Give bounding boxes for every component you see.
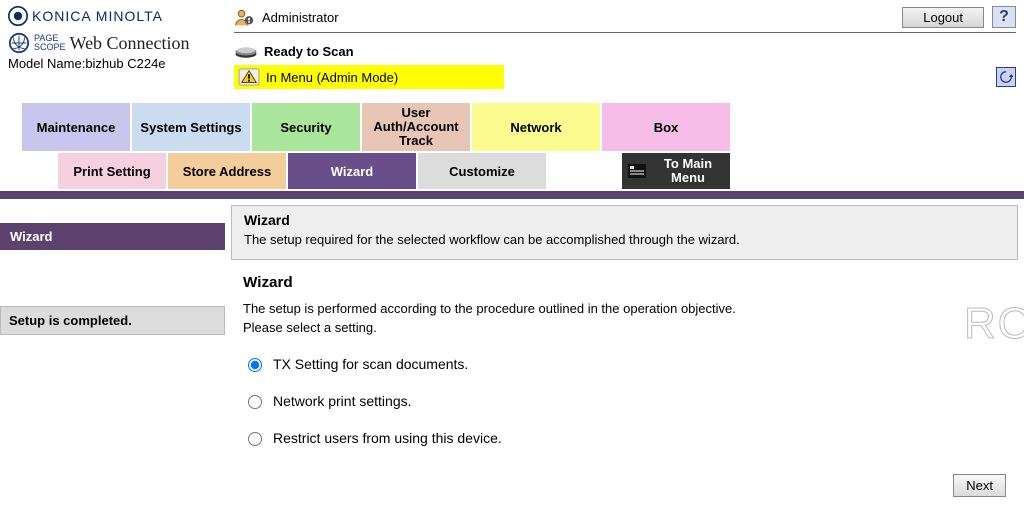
scanner-icon: [234, 43, 258, 59]
sidebar-item-wizard[interactable]: Wizard: [0, 223, 225, 250]
sidebar: Wizard Setup is completed.: [0, 199, 225, 505]
tab-maintenance[interactable]: Maintenance: [22, 103, 132, 151]
radio-tx-setting[interactable]: [248, 358, 262, 372]
radio-restrict-users[interactable]: [248, 432, 262, 446]
brand-name: KONICA MINOLTA: [32, 8, 163, 24]
sidebar-status: Setup is completed.: [0, 306, 225, 335]
tab-customize[interactable]: Customize: [418, 153, 548, 189]
tab-store-address[interactable]: Store Address: [168, 153, 288, 189]
option-restrict-users[interactable]: Restrict users from using this device.: [243, 429, 1006, 446]
tab-box[interactable]: Box: [602, 103, 732, 151]
separator-bar: [0, 191, 1024, 199]
section-line1: The setup is performed according to the …: [243, 301, 1006, 316]
tab-system-settings[interactable]: System Settings: [132, 103, 252, 151]
secondary-tabs: Print Setting Store Address Wizard Custo…: [58, 153, 1024, 189]
km-mark-icon: [8, 6, 28, 26]
primary-tabs: Maintenance System Settings Security Use…: [22, 103, 1024, 151]
next-button[interactable]: Next: [953, 474, 1006, 497]
wizard-options: TX Setting for scan documents. Network p…: [243, 355, 1006, 446]
tab-print-setting[interactable]: Print Setting: [58, 153, 168, 189]
user-role: Administrator: [262, 10, 339, 25]
tab-to-main-menu[interactable]: To Main Menu: [622, 153, 732, 189]
mode-banner: In Menu (Admin Mode): [234, 65, 504, 89]
radio-network-print[interactable]: [248, 395, 262, 409]
tab-security[interactable]: Security: [252, 103, 362, 151]
tab-wizard[interactable]: Wizard: [288, 153, 418, 189]
brand-logo: KONICA MINOLTA: [8, 6, 228, 26]
user-icon: [234, 7, 254, 27]
panel-title: Wizard: [244, 212, 1005, 228]
menu-grid-icon: [628, 164, 646, 178]
warning-icon: [238, 68, 260, 86]
option-tx-setting[interactable]: TX Setting for scan documents.: [243, 355, 1006, 372]
section-line2: Please select a setting.: [243, 320, 1006, 335]
refresh-button[interactable]: [996, 67, 1016, 87]
tab-network[interactable]: Network: [472, 103, 602, 151]
model-name: Model Name:bizhub C224e: [8, 56, 228, 71]
product-title: Web Connection: [70, 33, 190, 54]
refresh-icon: [999, 70, 1013, 84]
help-button[interactable]: ?: [992, 6, 1016, 28]
pagescope-icon: [8, 32, 30, 54]
option-network-print[interactable]: Network print settings.: [243, 392, 1006, 409]
wizard-intro-panel: Wizard The setup required for the select…: [231, 205, 1018, 260]
tab-user-auth[interactable]: User Auth/Account Track: [362, 103, 472, 151]
section-title: Wizard: [243, 274, 1006, 291]
logout-button[interactable]: Logout: [902, 7, 984, 28]
status-ready: Ready to Scan: [234, 43, 1016, 59]
pagescope-logo: PAGE SCOPE Web Connection: [8, 32, 228, 54]
panel-desc: The setup required for the selected work…: [244, 232, 1005, 247]
